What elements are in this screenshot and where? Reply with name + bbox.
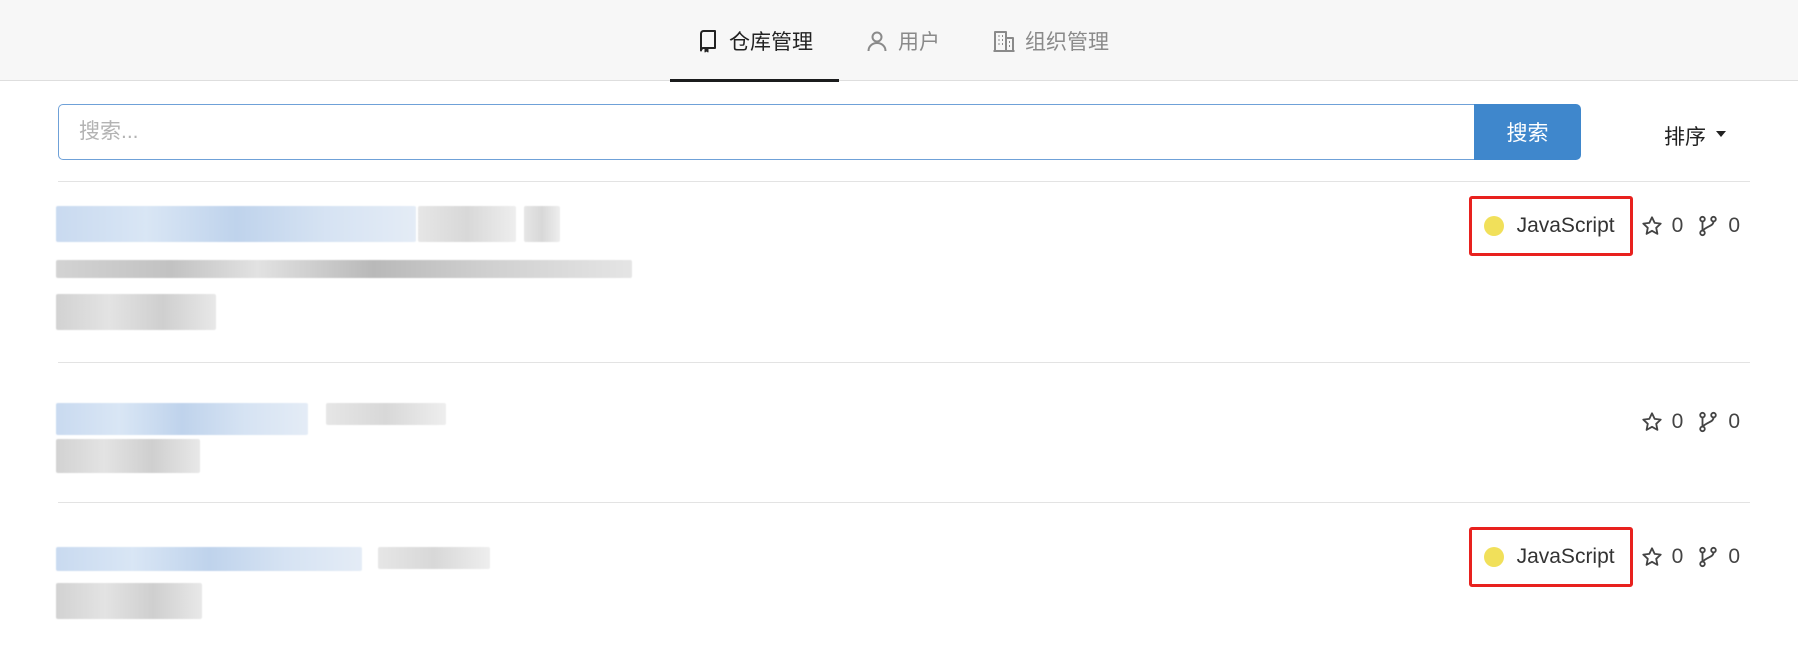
star-icon [1642,547,1662,566]
repo-description [56,260,632,278]
repo-icon [700,29,716,52]
fork-count-value: 0 [1728,545,1740,568]
fork-count[interactable]: 0 [1697,410,1740,434]
repo-meta [56,439,200,473]
search-bar: 搜索 [58,104,1581,160]
star-count[interactable]: 0 [1641,410,1684,434]
fork-count-value: 0 [1728,214,1740,237]
tab-label: 组织管理 [1025,30,1109,54]
search-input[interactable] [58,104,1474,160]
language-highlight-box: JavaScript [1468,527,1633,587]
tab-users[interactable]: 用户 [839,0,966,81]
repo-name-link-secondary[interactable] [326,403,446,425]
language-label: JavaScript [1516,214,1615,237]
repo-name-link[interactable] [56,403,308,435]
fork-icon [1699,411,1718,433]
repo-name-link[interactable] [56,206,416,242]
star-count-value: 0 [1671,214,1684,237]
star-count[interactable]: 0 [1641,214,1684,238]
language-color-dot [1483,216,1504,236]
user-icon [867,31,887,51]
sort-dropdown[interactable]: 排序 [1664,121,1726,151]
repo-meta [56,294,216,330]
sort-label: 排序 [1664,126,1706,149]
fork-count[interactable]: 0 [1697,545,1740,569]
repo-stats: 0 0 [1627,403,1740,441]
fork-count[interactable]: 0 [1697,214,1740,238]
search-button[interactable]: 搜索 [1474,104,1581,160]
repo-name-link-secondary[interactable] [378,547,490,569]
repo-meta [56,583,202,619]
top-navigation: 仓库管理 用户 组织管理 [0,0,1798,82]
star-count[interactable]: 0 [1641,545,1684,569]
tab-repo-management[interactable]: 仓库管理 [670,0,839,82]
repo-list-item: JavaScript 0 0 [56,182,1752,362]
fork-icon [1699,215,1718,237]
language-color-dot [1483,547,1504,567]
tab-label: 仓库管理 [729,30,813,54]
repo-stats: JavaScript 0 0 [1468,527,1740,587]
language-highlight-box: JavaScript [1468,196,1633,256]
star-icon [1642,412,1662,431]
language-label: JavaScript [1516,545,1615,568]
fork-icon [1699,546,1718,568]
star-count-value: 0 [1671,410,1684,433]
organization-icon [993,30,1015,52]
repo-name-link-secondary[interactable] [418,206,516,242]
fork-count-value: 0 [1728,410,1740,433]
tab-label: 用户 [898,30,940,54]
repo-list-item: JavaScript 0 0 [56,503,1752,662]
nav-tabs: 仓库管理 用户 组织管理 [670,0,1135,82]
repo-stats: JavaScript 0 0 [1468,196,1740,256]
repo-badge [524,206,560,242]
star-icon [1642,216,1662,235]
star-count-value: 0 [1671,545,1684,568]
repo-name-link[interactable] [56,547,362,571]
repo-list-item: 0 0 [56,363,1752,503]
tab-org-management[interactable]: 组织管理 [966,0,1135,81]
caret-down-icon [1716,131,1726,137]
